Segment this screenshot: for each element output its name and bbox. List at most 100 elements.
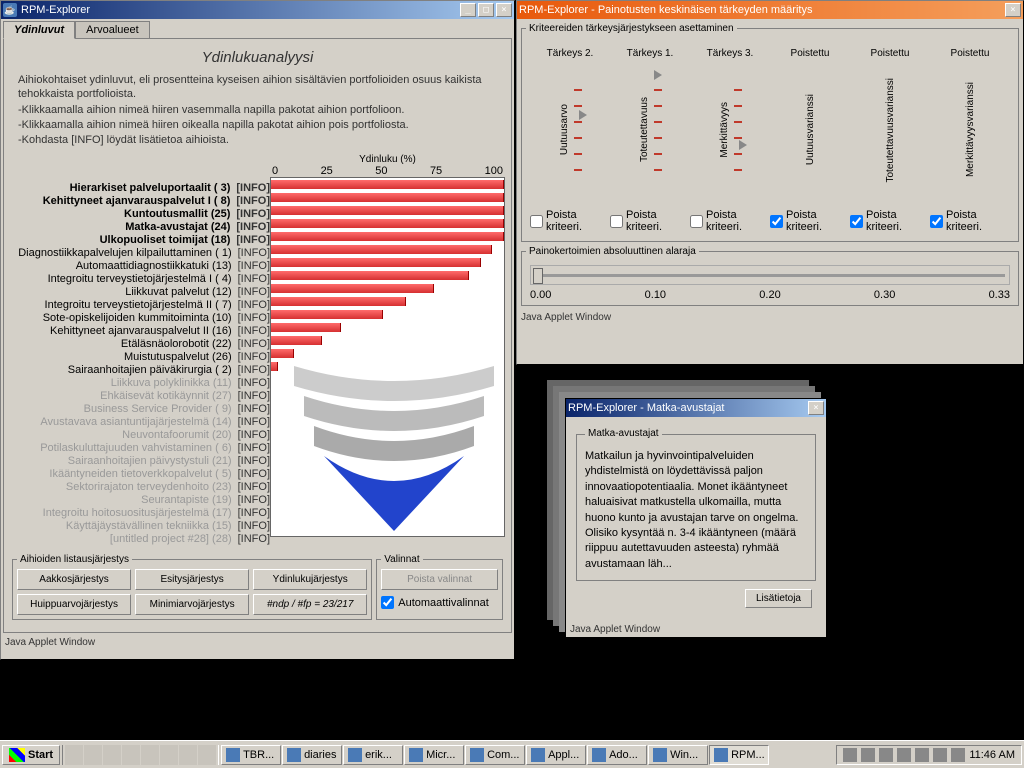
info-link[interactable]: [INFO] xyxy=(238,442,270,455)
info-link[interactable]: [INFO] xyxy=(238,351,270,364)
item-row[interactable]: Sairaanhoitajien päiväkirurgia ( 2)[INFO… xyxy=(10,364,270,377)
item-row[interactable]: Kehittyneet ajanvarauspalvelut I ( 8)[IN… xyxy=(10,195,270,208)
ql-icon[interactable] xyxy=(198,745,216,765)
ql-icon[interactable] xyxy=(160,745,178,765)
tab-ydinluvut[interactable]: Ydinluvut xyxy=(3,21,75,39)
ql-icon[interactable] xyxy=(65,745,83,765)
ql-icon[interactable] xyxy=(122,745,140,765)
weight-slider[interactable] xyxy=(530,265,1010,285)
info-link[interactable]: [INFO] xyxy=(238,533,270,546)
item-row[interactable]: Automaattidiagnostiikkatuki (13)[INFO] xyxy=(10,260,270,273)
item-row[interactable]: Liikkuvat palvelut (12)[INFO] xyxy=(10,286,270,299)
tray-icon[interactable] xyxy=(951,748,965,762)
close-button[interactable]: × xyxy=(808,401,824,415)
criterion[interactable]: PoistettuMerkittävyysvarianssi xyxy=(934,48,1006,195)
info-link[interactable]: [INFO] xyxy=(238,507,270,520)
info-link[interactable]: [INFO] xyxy=(236,195,270,208)
slider-thumb[interactable] xyxy=(533,268,543,284)
info-link[interactable]: [INFO] xyxy=(238,390,270,403)
item-row[interactable]: Seurantapiste (19)[INFO] xyxy=(10,494,270,507)
remove-criterion-check[interactable]: Poista kriteeri. xyxy=(930,209,1010,233)
info-link[interactable]: [INFO] xyxy=(236,208,270,221)
info-link[interactable]: [INFO] xyxy=(238,416,270,429)
item-row[interactable]: Muistutuspalvelut (26)[INFO] xyxy=(10,351,270,364)
ql-icon[interactable] xyxy=(141,745,159,765)
tray-icon[interactable] xyxy=(843,748,857,762)
tray-icon[interactable] xyxy=(915,748,929,762)
item-row[interactable]: Sektorirajaton terveydenhoito (23)[INFO] xyxy=(10,481,270,494)
tray-icon[interactable] xyxy=(897,748,911,762)
tray-icon[interactable] xyxy=(933,748,947,762)
remove-criterion-check[interactable]: Poista kriteeri. xyxy=(690,209,770,233)
remove-selections-button[interactable]: Poista valinnat xyxy=(381,569,498,590)
info-link[interactable]: [INFO] xyxy=(238,468,270,481)
item-row[interactable]: Integroitu terveystietojärjestelmä II ( … xyxy=(10,299,270,312)
item-row[interactable]: Integroitu hoitosuositusjärjestelmä (17)… xyxy=(10,507,270,520)
info-link[interactable]: [INFO] xyxy=(238,260,270,273)
info-link[interactable]: [INFO] xyxy=(238,325,270,338)
item-row[interactable]: Potilaskuluttajuuden vahvistaminen ( 6)[… xyxy=(10,442,270,455)
sort-button[interactable]: Ydinlukujärjestys xyxy=(253,569,367,590)
info-link[interactable]: [INFO] xyxy=(238,312,270,325)
info-link[interactable]: [INFO] xyxy=(238,286,270,299)
info-link[interactable]: [INFO] xyxy=(236,221,270,234)
remove-criterion-check[interactable]: Poista kriteeri. xyxy=(770,209,850,233)
task-button[interactable]: diaries xyxy=(282,745,342,765)
info-link[interactable]: [INFO] xyxy=(238,494,270,507)
item-row[interactable]: Ulkopuoliset toimijat (18)[INFO] xyxy=(10,234,270,247)
tray-icon[interactable] xyxy=(861,748,875,762)
info-link[interactable]: [INFO] xyxy=(238,299,270,312)
item-row[interactable]: Matka-avustajat (24)[INFO] xyxy=(10,221,270,234)
task-button[interactable]: Ado... xyxy=(587,745,647,765)
start-button[interactable]: Start xyxy=(2,745,60,765)
item-row[interactable]: Neuvontafoorumit (20)[INFO] xyxy=(10,429,270,442)
info-link[interactable]: [INFO] xyxy=(238,403,270,416)
info-link[interactable]: [INFO] xyxy=(238,364,270,377)
item-row[interactable]: Sairaanhoitajien päivystystuli (21)[INFO… xyxy=(10,455,270,468)
info-link[interactable]: [INFO] xyxy=(238,247,270,260)
item-row[interactable]: Käyttäjäystävällinen tekniikka (15)[INFO… xyxy=(10,520,270,533)
sort-button[interactable]: Esitysjärjestys xyxy=(135,569,249,590)
remove-criterion-check[interactable]: Poista kriteeri. xyxy=(530,209,610,233)
info-link[interactable]: [INFO] xyxy=(238,455,270,468)
close-button[interactable]: × xyxy=(1005,3,1021,17)
item-row[interactable]: Sote-opiskelijoiden kummitoiminta (10)[I… xyxy=(10,312,270,325)
task-button[interactable]: erik... xyxy=(343,745,403,765)
criterion[interactable]: PoistettuToteutettavuusvarianssi xyxy=(854,48,926,195)
task-button[interactable]: Win... xyxy=(648,745,708,765)
info-link[interactable]: [INFO] xyxy=(236,234,270,247)
more-info-button[interactable]: Lisätietoja xyxy=(745,589,812,608)
item-row[interactable]: Kehittyneet ajanvarauspalvelut II (16)[I… xyxy=(10,325,270,338)
item-row[interactable]: Ikääntyneiden tietoverkkopalvelut ( 5)[I… xyxy=(10,468,270,481)
info-link[interactable]: [INFO] xyxy=(238,481,270,494)
ql-icon[interactable] xyxy=(179,745,197,765)
sort-button[interactable]: Aakkosjärjestys xyxy=(17,569,131,590)
remove-criterion-check[interactable]: Poista kriteeri. xyxy=(850,209,930,233)
minimize-button[interactable]: _ xyxy=(460,3,476,17)
item-row[interactable]: Etäläsnäolorobotit (22)[INFO] xyxy=(10,338,270,351)
criterion[interactable]: PoistettuUutuusvarianssi xyxy=(774,48,846,195)
task-button[interactable]: RPM... xyxy=(709,745,769,765)
item-row[interactable]: Hierarkiset palveluportaalit ( 3)[INFO] xyxy=(10,182,270,195)
info-link[interactable]: [INFO] xyxy=(238,338,270,351)
info-link[interactable]: [INFO] xyxy=(238,429,270,442)
task-button[interactable]: Micr... xyxy=(404,745,464,765)
ql-icon[interactable] xyxy=(84,745,102,765)
maximize-button[interactable]: □ xyxy=(478,3,494,17)
info-link[interactable]: [INFO] xyxy=(236,182,270,195)
info-link[interactable]: [INFO] xyxy=(238,273,270,286)
sort-button[interactable]: Minimiarvojärjestys xyxy=(135,594,249,615)
item-row[interactable]: [untitled project #28] (28)[INFO] xyxy=(10,533,270,546)
criterion[interactable]: Tärkeys 2.Uutuusarvo xyxy=(534,48,606,195)
item-row[interactable]: Ehkäisevät kotikäynnit (27)[INFO] xyxy=(10,390,270,403)
item-row[interactable]: Kuntoutusmallit (25)[INFO] xyxy=(10,208,270,221)
item-row[interactable]: Business Service Provider ( 9)[INFO] xyxy=(10,403,270,416)
criterion[interactable]: Tärkeys 1.Toteutettavuus xyxy=(614,48,686,195)
item-row[interactable]: Liikkuva polyklinikka (11)[INFO] xyxy=(10,377,270,390)
task-button[interactable]: Com... xyxy=(465,745,525,765)
close-button[interactable]: × xyxy=(496,3,512,17)
auto-checkbox[interactable] xyxy=(381,596,394,609)
ql-icon[interactable] xyxy=(103,745,121,765)
sort-button[interactable]: Huippuarvojärjestys xyxy=(17,594,131,615)
tab-arvoalueet[interactable]: Arvoalueet xyxy=(75,21,150,38)
